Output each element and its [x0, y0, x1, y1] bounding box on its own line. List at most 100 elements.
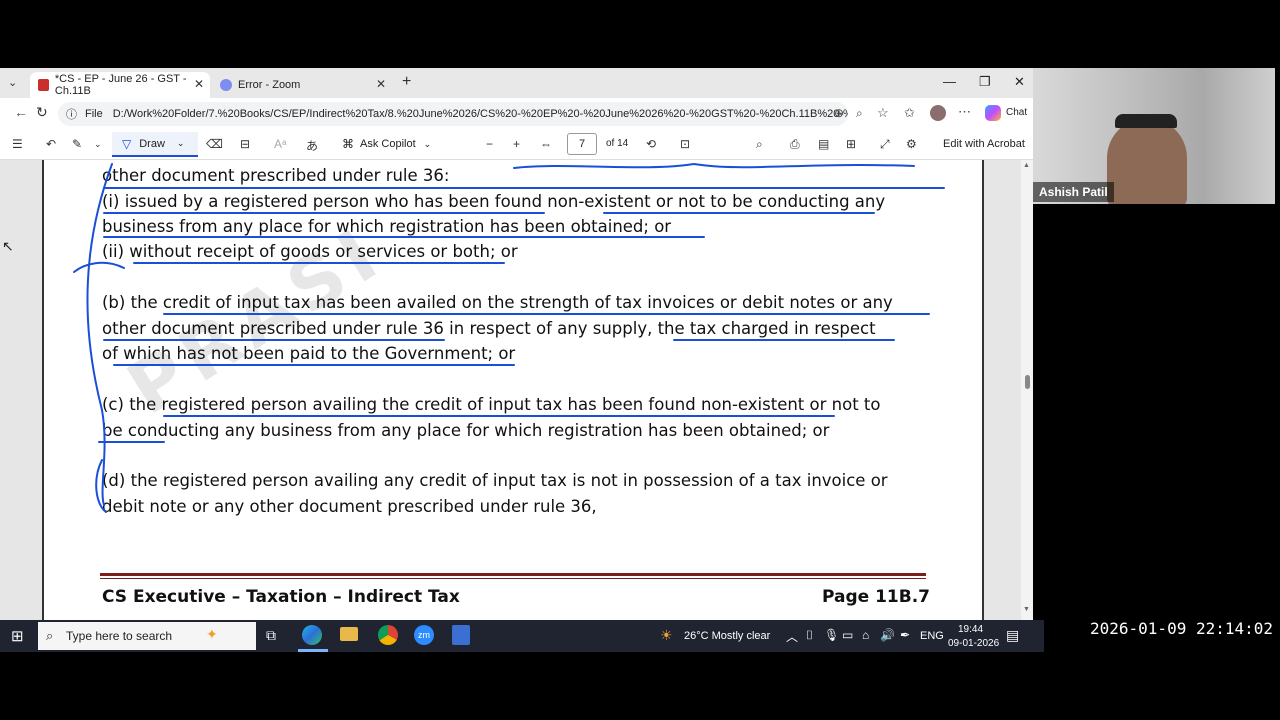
avatar[interactable]: [930, 105, 946, 121]
copilot-icon: ⌘: [342, 137, 354, 151]
chevron-up-icon[interactable]: ︿: [786, 628, 798, 645]
chevron-down-icon: ⌄: [423, 138, 432, 149]
weather-text[interactable]: 26°C Mostly clear: [684, 630, 770, 642]
save-as-icon[interactable]: ⊞: [846, 137, 856, 151]
pdf-page[interactable]: PRASI other document prescribed under ru…: [42, 160, 984, 620]
url-text: D:/Work%20Folder/7.%20Books/CS/EP/Indire…: [112, 108, 848, 120]
favorites-icon[interactable]: ✩: [904, 105, 915, 121]
draw-icon: ▽: [122, 136, 132, 151]
footer-rule-thin: [100, 578, 926, 579]
scroll-thumb[interactable]: [1025, 375, 1030, 389]
windows-start-icon[interactable]: ⊞: [11, 627, 24, 645]
tab-zoom[interactable]: Error - Zoom ✕: [212, 72, 392, 98]
close-icon[interactable]: ✕: [376, 77, 386, 91]
zoom-out-icon[interactable]: −: [486, 137, 493, 151]
undo-icon[interactable]: ↶: [46, 137, 56, 151]
search-icon[interactable]: ⌕: [756, 137, 763, 152]
footer-title: CS Executive – Taxation – Indirect Tax: [102, 587, 460, 607]
close-icon[interactable]: ✕: [194, 77, 204, 91]
chat-label[interactable]: Chat: [1006, 107, 1027, 118]
eraser-icon[interactable]: ⌫: [206, 137, 223, 151]
url-field[interactable]: ⓘ File D:/Work%20Folder/7.%20Books/CS/EP…: [58, 102, 848, 126]
copilot-icon[interactable]: [985, 105, 1001, 121]
favorite-icon[interactable]: ☆: [877, 105, 889, 121]
mouse-cursor-icon: ↖: [2, 238, 14, 254]
read-aloud-icon[interactable]: ⊕: [834, 106, 844, 120]
print-icon[interactable]: ⎙: [790, 137, 800, 152]
scroll-up-icon[interactable]: ▲: [1023, 162, 1030, 169]
clock-time[interactable]: 19:44: [958, 624, 983, 635]
chrome-icon[interactable]: [378, 625, 398, 645]
task-view-icon[interactable]: ⧉: [266, 627, 276, 644]
highlight-icon[interactable]: ✎: [72, 137, 82, 151]
participant-name: Ashish Patil: [1033, 182, 1114, 202]
page-number-input[interactable]: 7: [567, 133, 597, 155]
microphone-icon[interactable]: 🎙: [824, 628, 839, 642]
page-total: of 14: [606, 138, 629, 149]
person-figure: [1107, 118, 1187, 204]
recording-timestamp: 2026-01-09 22:14:02: [1090, 619, 1274, 638]
scroll-down-icon[interactable]: ▼: [1023, 606, 1030, 613]
ink-stroke: [73, 261, 125, 273]
info-icon: ⓘ: [66, 109, 77, 121]
tab-pdf[interactable]: *CS - EP - June 26 - GST - Ch.11B ✕: [30, 72, 210, 98]
edge-icon[interactable]: [302, 625, 322, 645]
back-icon[interactable]: ←: [14, 104, 28, 120]
camera-icon[interactable]: ⌷: [806, 628, 813, 643]
search-input[interactable]: ⌕ Type here to search ✦: [38, 622, 256, 650]
pinned-app-icon[interactable]: [452, 625, 470, 645]
ask-copilot-button[interactable]: ⌘ Ask Copilot ⌄: [342, 137, 431, 151]
close-window-icon[interactable]: ✕: [1014, 74, 1025, 90]
active-app-indicator: [298, 649, 328, 652]
taskbar: ⊞ ⌕ Type here to search ✦ ⧉ zm ☀ 26°C Mo…: [0, 620, 1044, 652]
contents-icon[interactable]: ☰: [12, 137, 23, 151]
address-bar: ← ↻ ⓘ File D:/Work%20Folder/7.%20Books/C…: [0, 98, 1033, 130]
refresh-icon[interactable]: ↻: [36, 104, 48, 121]
file-explorer-icon[interactable]: [340, 627, 358, 641]
webcam-video: Ashish Patil: [1033, 68, 1275, 204]
volume-icon[interactable]: 🔊: [880, 628, 895, 642]
language-indicator[interactable]: ENG: [920, 630, 944, 642]
ink-annotations: [73, 162, 945, 513]
rotate-icon[interactable]: ⟲: [646, 137, 656, 151]
restore-icon[interactable]: ❐: [979, 74, 991, 90]
fullscreen-icon[interactable]: ⤢: [880, 137, 890, 152]
translate-icon[interactable]: あ: [306, 137, 318, 154]
notification-icon[interactable]: ▤: [1006, 627, 1019, 644]
text-icon[interactable]: Aᵃ: [274, 137, 286, 151]
new-tab-button[interactable]: +: [402, 73, 411, 91]
zoom-icon: [220, 79, 232, 91]
zoom-icon[interactable]: ⌕: [856, 106, 863, 121]
chevron-down-icon[interactable]: ⌄: [94, 139, 102, 150]
ink-stroke-top: [513, 162, 915, 169]
draw-button[interactable]: ▽ Draw ⌄: [112, 132, 198, 157]
chevron-down-icon: ⌄: [176, 138, 185, 148]
zoom-app-icon[interactable]: zm: [414, 625, 434, 645]
tab-zoom-label: Error - Zoom: [238, 79, 301, 91]
settings-icon[interactable]: ⚙: [906, 137, 917, 151]
more-icon[interactable]: ⋯: [958, 104, 971, 120]
search-icon: ⌕: [46, 628, 54, 643]
pdf-icon: [38, 79, 49, 91]
minimize-icon[interactable]: —: [943, 74, 956, 89]
fit-page-icon[interactable]: ⇔: [540, 137, 552, 151]
network-icon[interactable]: ⌂: [862, 628, 869, 642]
pen-icon[interactable]: ✒: [900, 628, 910, 642]
pdf-viewer: ↖ PRASI other document prescribed under …: [0, 160, 1033, 620]
ask-copilot-label: Ask Copilot: [360, 138, 416, 150]
url-prefix: File: [85, 108, 103, 120]
footer-page-number: Page 11B.7: [822, 587, 930, 607]
search-placeholder: Type here to search: [66, 629, 173, 643]
footer-rule: [100, 573, 926, 576]
scrollbar[interactable]: ▲ ▼: [1021, 160, 1033, 620]
edit-with-acrobat-button[interactable]: Edit with Acrobat: [943, 138, 1025, 150]
battery-icon[interactable]: ▭: [842, 628, 853, 642]
zoom-in-icon[interactable]: +: [513, 137, 520, 151]
save-icon[interactable]: ▤: [818, 137, 829, 151]
clock-date[interactable]: 09-01-2026: [948, 638, 999, 649]
ink-bracket-left: [86, 163, 113, 506]
two-page-icon[interactable]: ⊡: [680, 137, 690, 151]
page-view-icon[interactable]: ⊟: [240, 137, 250, 151]
weather-icon: ☀: [660, 627, 673, 643]
tab-actions-icon[interactable]: ⌄: [8, 76, 17, 89]
